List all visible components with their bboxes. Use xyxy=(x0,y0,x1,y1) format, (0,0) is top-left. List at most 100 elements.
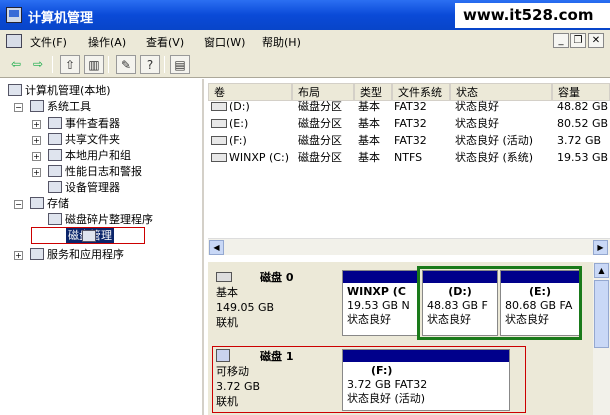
tree-node-services[interactable]: 服务和应用程序 xyxy=(30,247,124,263)
cell-filesystem: FAT32 xyxy=(394,100,427,113)
menu-window[interactable]: 窗口(W) xyxy=(204,34,245,50)
scroll-left-icon[interactable]: ◀ xyxy=(209,240,224,255)
tree-label: 性能日志和警报 xyxy=(65,165,142,178)
tree-label: 设备管理器 xyxy=(65,181,120,194)
scroll-up-icon[interactable]: ▲ xyxy=(594,263,609,278)
restore-icon[interactable]: ❐ xyxy=(570,33,586,48)
watermark: www.it528.com xyxy=(455,3,610,28)
tree-label: 本地用户和组 xyxy=(65,149,131,162)
scroll-thumb[interactable] xyxy=(594,280,609,348)
cell-type: 基本 xyxy=(358,134,380,147)
expand-icon[interactable]: + xyxy=(14,251,23,260)
tree-node-storage[interactable]: 存储 xyxy=(30,196,69,212)
menu-view[interactable]: 查看(V) xyxy=(146,34,184,50)
close-icon[interactable]: ✕ xyxy=(588,33,604,48)
window-title: 计算机管理 xyxy=(28,11,94,26)
tree-node-defrag[interactable]: 磁盘碎片整理程序 xyxy=(48,212,153,228)
tree-node-root[interactable]: 计算机管理(本地) xyxy=(8,83,111,99)
device-manager-icon xyxy=(48,181,62,193)
table-row[interactable]: (D:) 磁盘分区 基本 FAT32 状态良好 48.82 GB xyxy=(208,99,610,115)
storage-icon xyxy=(30,197,44,209)
cell-type: 基本 xyxy=(358,151,380,164)
cell-status: 状态良好 (活动) xyxy=(455,134,534,147)
cell-volume: (E:) xyxy=(229,117,249,130)
table-row[interactable]: WINXP (C:) 磁盘分区 基本 NTFS 状态良好 (系统) 19.53 … xyxy=(208,150,610,166)
partition-label: WINXP (C xyxy=(347,285,406,298)
show-tree-icon[interactable]: ▥ xyxy=(84,55,104,74)
collapse-icon[interactable]: − xyxy=(14,200,23,209)
collapse-icon[interactable]: − xyxy=(14,103,23,112)
cell-status: 状态良好 xyxy=(455,100,499,113)
forward-arrow-icon[interactable]: ⇨ xyxy=(28,55,48,74)
cell-capacity: 3.72 GB xyxy=(557,134,602,147)
partition-c[interactable]: WINXP (C 19.53 GB N 状态良好 xyxy=(342,270,418,336)
properties-icon[interactable]: ✎ xyxy=(116,55,136,74)
cell-type: 基本 xyxy=(358,117,380,130)
expand-icon[interactable]: + xyxy=(32,168,41,177)
back-arrow-icon[interactable]: ⇦ xyxy=(6,55,26,74)
scroll-right-icon[interactable]: ▶ xyxy=(593,240,608,255)
users-icon xyxy=(48,149,62,161)
disk-icon xyxy=(216,272,232,282)
performance-icon xyxy=(48,165,62,177)
minimize-icon[interactable]: _ xyxy=(553,33,569,48)
cell-status: 状态良好 xyxy=(455,117,499,130)
tree-label: 磁盘碎片整理程序 xyxy=(65,213,153,226)
console-tree: 计算机管理(本地) − 系统工具 + 事件查看器 + 共享文件夹 + 本地用户和… xyxy=(0,79,204,415)
partition-status: 状态良好 xyxy=(347,313,391,326)
tree-label: 系统工具 xyxy=(47,100,91,113)
tree-node-local-users[interactable]: 本地用户和组 xyxy=(48,148,131,164)
system-menu-icon[interactable] xyxy=(6,34,22,48)
vertical-scrollbar[interactable]: ▲ xyxy=(593,262,610,415)
export-list-icon[interactable]: ▤ xyxy=(170,55,190,74)
volume-icon xyxy=(211,119,227,128)
cell-volume: (F:) xyxy=(229,134,247,147)
cell-layout: 磁盘分区 xyxy=(298,134,342,147)
partition-bar xyxy=(343,271,417,283)
expand-icon[interactable]: + xyxy=(32,120,41,129)
toolbar-separator xyxy=(52,56,53,73)
menu-help[interactable]: 帮助(H) xyxy=(262,34,301,50)
shared-folder-icon xyxy=(48,133,62,145)
disk-type: 基本 xyxy=(216,286,238,299)
menu-action[interactable]: 操作(A) xyxy=(88,34,126,50)
volume-icon xyxy=(211,102,227,111)
table-row[interactable]: (E:) 磁盘分区 基本 FAT32 状态良好 80.52 GB xyxy=(208,116,610,132)
tree-node-system-tools[interactable]: 系统工具 xyxy=(30,99,91,115)
tree-label: 计算机管理(本地) xyxy=(25,84,111,97)
cell-filesystem: NTFS xyxy=(394,151,423,164)
cell-capacity: 19.53 GB xyxy=(557,151,609,164)
cell-capacity: 48.82 GB xyxy=(557,100,609,113)
tree-label: 共享文件夹 xyxy=(65,133,120,146)
cell-volume: (D:) xyxy=(229,100,250,113)
cell-volume: WINXP (C:) xyxy=(229,151,289,164)
menu-file[interactable]: 文件(F) xyxy=(30,34,67,50)
highlight-box-green xyxy=(417,266,582,340)
horizontal-scrollbar[interactable]: ◀ ▶ xyxy=(208,238,610,255)
cell-layout: 磁盘分区 xyxy=(298,151,342,164)
expand-icon[interactable]: + xyxy=(32,152,41,161)
disk-name: 磁盘 0 xyxy=(260,271,294,284)
partition-info: 19.53 GB N xyxy=(347,299,410,312)
up-level-icon[interactable]: ⇧ xyxy=(60,55,80,74)
expand-icon[interactable]: + xyxy=(32,136,41,145)
defrag-icon xyxy=(48,213,62,225)
toolbar-separator xyxy=(108,56,109,73)
tree-label: 服务和应用程序 xyxy=(47,248,124,261)
computer-icon xyxy=(8,84,22,96)
removable-volume-icon xyxy=(211,136,227,145)
disk-management-icon xyxy=(82,230,96,242)
disk-0-info[interactable]: 磁盘 0 基本 149.05 GB 联机 xyxy=(216,270,338,336)
cell-layout: 磁盘分区 xyxy=(298,117,342,130)
cell-filesystem: FAT32 xyxy=(394,117,427,130)
tree-node-disk-management[interactable]: 磁盘管理 xyxy=(31,227,145,244)
tree-node-perf-logs[interactable]: 性能日志和警报 xyxy=(48,164,142,180)
tree-node-shared-folders[interactable]: 共享文件夹 xyxy=(48,132,120,148)
tree-node-device-manager[interactable]: 设备管理器 xyxy=(48,180,120,196)
table-row[interactable]: (F:) 磁盘分区 基本 FAT32 状态良好 (活动) 3.72 GB xyxy=(208,133,610,149)
title-bar: 计算机管理 www.it528.com xyxy=(0,0,610,30)
services-icon xyxy=(30,248,44,260)
help-icon[interactable]: ? xyxy=(140,55,160,74)
cell-status: 状态良好 (系统) xyxy=(455,151,534,164)
tree-node-event-viewer[interactable]: 事件查看器 xyxy=(48,116,120,132)
